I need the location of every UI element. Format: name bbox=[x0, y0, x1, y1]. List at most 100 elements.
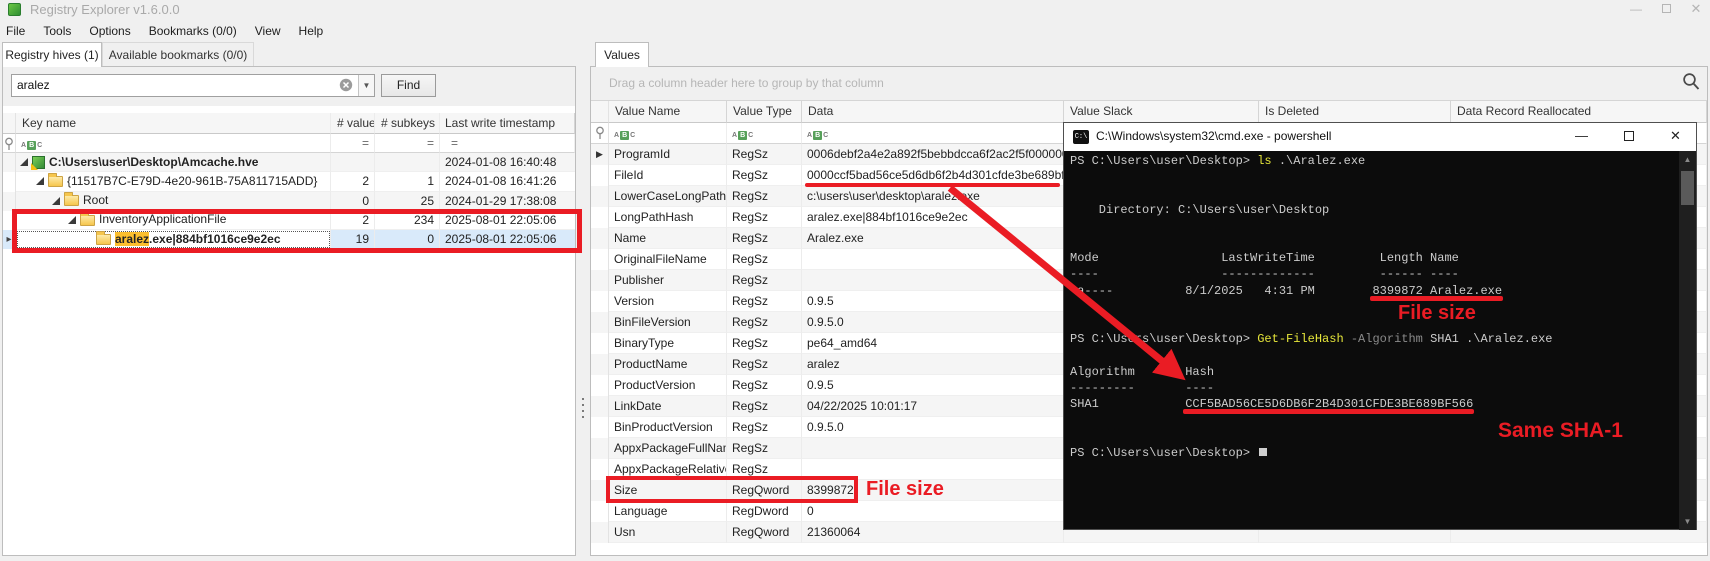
tree-filter-timestamp[interactable]: = bbox=[440, 134, 575, 153]
values-header-is-deleted[interactable]: Is Deleted bbox=[1259, 101, 1451, 123]
menu-item-options[interactable]: Options bbox=[80, 20, 139, 42]
terminal-line bbox=[1070, 412, 1553, 428]
row-indicator bbox=[591, 417, 609, 438]
terminal-line: PS C:\Users\user\Desktop> ls .\Aralez.ex… bbox=[1070, 153, 1553, 169]
value-type-cell: RegSz bbox=[727, 144, 802, 165]
key-name-cell[interactable]: {11517B7C-E79D-4e20-961B-75A811715ADD} bbox=[16, 172, 331, 191]
clear-search-icon[interactable] bbox=[339, 78, 353, 92]
menu-item-bookmarks[interactable]: Bookmarks (0/0) bbox=[140, 20, 246, 42]
terminal-output[interactable]: PS C:\Users\user\Desktop> ls .\Aralez.ex… bbox=[1064, 151, 1679, 529]
terminal-line bbox=[1070, 347, 1553, 363]
row-indicator bbox=[591, 501, 609, 522]
menu-item-help[interactable]: Help bbox=[290, 20, 333, 42]
tree-filter-subkeys[interactable]: = bbox=[375, 134, 440, 153]
folder-icon bbox=[64, 195, 79, 206]
menu-item-tools[interactable]: Tools bbox=[34, 20, 80, 42]
values-header-value-name[interactable]: Value Name bbox=[609, 101, 727, 123]
tree-row[interactable]: {11517B7C-E79D-4e20-961B-75A811715ADD}21… bbox=[3, 172, 575, 191]
values-header-value-slack[interactable]: Value Slack bbox=[1064, 101, 1259, 123]
value-data-cell bbox=[802, 270, 1064, 291]
value-name-cell: LinkDate bbox=[609, 396, 727, 417]
abc-filter-icon: ABC bbox=[20, 141, 43, 150]
expand-icon[interactable] bbox=[36, 177, 44, 185]
values-filter-data[interactable]: ABC bbox=[802, 123, 1064, 144]
values-header-data-record-reallocated[interactable]: Data Record Reallocated bbox=[1451, 101, 1707, 123]
terminal-minimize-button[interactable]: — bbox=[1559, 123, 1604, 151]
filter-pin-icon[interactable] bbox=[3, 134, 16, 153]
terminal-maximize-button[interactable] bbox=[1606, 123, 1651, 151]
row-indicator bbox=[591, 354, 609, 375]
annotation-underline-length bbox=[1370, 296, 1503, 301]
values-filter-pin-icon[interactable] bbox=[591, 123, 609, 144]
tree-header-key-name[interactable]: Key name bbox=[16, 113, 331, 134]
menu-bar: File Tools Options Bookmarks (0/0) View … bbox=[0, 20, 1710, 42]
terminal-line: PS C:\Users\user\Desktop> bbox=[1070, 445, 1553, 461]
search-icon[interactable] bbox=[1682, 72, 1701, 92]
terminal-close-button[interactable]: ✕ bbox=[1653, 123, 1698, 151]
tree-header-indicator bbox=[3, 113, 16, 134]
row-indicator bbox=[591, 375, 609, 396]
abc-filter-icon: ABC bbox=[613, 131, 636, 140]
value-name-cell: LongPathHash bbox=[609, 207, 727, 228]
terminal-titlebar[interactable]: C:\ C:\Windows\system32\cmd.exe - powers… bbox=[1064, 123, 1696, 151]
value-data-cell: c:\users\user\desktop\aralez.exe bbox=[802, 186, 1064, 207]
scrollbar-thumb[interactable] bbox=[1681, 171, 1694, 205]
row-indicator bbox=[591, 333, 609, 354]
tree-cell: 25 bbox=[375, 192, 440, 211]
key-name-cell[interactable]: Root bbox=[16, 192, 331, 211]
tree-filter-keyname[interactable]: ABC bbox=[16, 134, 331, 153]
group-by-hint: Drag a column header here to group by th… bbox=[609, 76, 884, 90]
tab-available-bookmarks[interactable]: Available bookmarks (0/0) bbox=[102, 42, 254, 67]
expand-icon[interactable] bbox=[52, 197, 60, 205]
value-type-cell: RegSz bbox=[727, 375, 802, 396]
app-minimize-button[interactable]: — bbox=[1622, 0, 1650, 20]
panel-splitter[interactable] bbox=[576, 66, 590, 556]
tree-filter-row: ABC = = = bbox=[3, 134, 575, 153]
row-indicator bbox=[591, 249, 609, 270]
tree-filter-values[interactable]: = bbox=[331, 134, 375, 153]
row-indicator bbox=[3, 172, 16, 191]
values-header-data[interactable]: Data bbox=[802, 101, 1064, 123]
value-name-cell: Publisher bbox=[609, 270, 727, 291]
value-name-cell: ProductVersion bbox=[609, 375, 727, 396]
terminal-scrollbar[interactable]: ▲ ▼ bbox=[1679, 151, 1696, 530]
terminal-cursor bbox=[1259, 448, 1267, 456]
value-data-cell: 21360064 bbox=[802, 522, 1064, 543]
tree-row[interactable]: Root0252024-01-29 17:38:08 bbox=[3, 192, 575, 211]
key-name-label: {11517B7C-E79D-4e20-961B-75A811715ADD} bbox=[67, 172, 317, 191]
row-indicator bbox=[591, 396, 609, 417]
value-type-cell: RegSz bbox=[727, 291, 802, 312]
search-dropdown-button[interactable]: ▼ bbox=[358, 75, 374, 96]
value-data-cell: aralez bbox=[802, 354, 1064, 375]
group-by-bar[interactable]: Drag a column header here to group by th… bbox=[591, 67, 1707, 101]
row-indicator bbox=[591, 438, 609, 459]
values-filter-type[interactable]: ABC bbox=[727, 123, 802, 144]
expand-icon[interactable] bbox=[20, 158, 28, 166]
tree-cell bbox=[375, 153, 440, 172]
app-close-button[interactable]: ✕ bbox=[1682, 0, 1710, 20]
values-filter-name[interactable]: ABC bbox=[609, 123, 727, 144]
terminal-line bbox=[1070, 428, 1553, 444]
tree-header-timestamp[interactable]: Last write timestamp bbox=[440, 113, 575, 134]
tree-header-values[interactable]: # values bbox=[331, 113, 375, 134]
app-maximize-button[interactable] bbox=[1652, 0, 1680, 20]
scroll-up-icon[interactable]: ▲ bbox=[1679, 155, 1696, 164]
menu-item-file[interactable]: File bbox=[0, 20, 34, 42]
values-header-value-type[interactable]: Value Type bbox=[727, 101, 802, 123]
tab-registry-hives[interactable]: Registry hives (1) bbox=[2, 42, 102, 67]
menu-item-view[interactable]: View bbox=[246, 20, 290, 42]
app-titlebar: Registry Explorer v1.6.0.0 — ✕ bbox=[0, 0, 1710, 20]
tree-header-subkeys[interactable]: # subkeys bbox=[375, 113, 440, 134]
tab-values[interactable]: Values bbox=[595, 42, 649, 67]
terminal-line bbox=[1070, 299, 1553, 315]
scroll-down-icon[interactable]: ▼ bbox=[1679, 517, 1696, 526]
row-indicator bbox=[591, 228, 609, 249]
value-type-cell: RegSz bbox=[727, 333, 802, 354]
key-name-cell[interactable]: C:\Users\user\Desktop\Amcache.hve bbox=[16, 153, 331, 172]
value-data-cell: 0.9.5.0 bbox=[802, 312, 1064, 333]
value-type-cell: RegSz bbox=[727, 165, 802, 186]
tree-row[interactable]: C:\Users\user\Desktop\Amcache.hve2024-01… bbox=[3, 153, 575, 172]
find-button[interactable]: Find bbox=[381, 74, 436, 97]
powershell-window: C:\ C:\Windows\system32\cmd.exe - powers… bbox=[1063, 122, 1697, 530]
search-input[interactable]: aralez ▼ bbox=[11, 74, 375, 97]
